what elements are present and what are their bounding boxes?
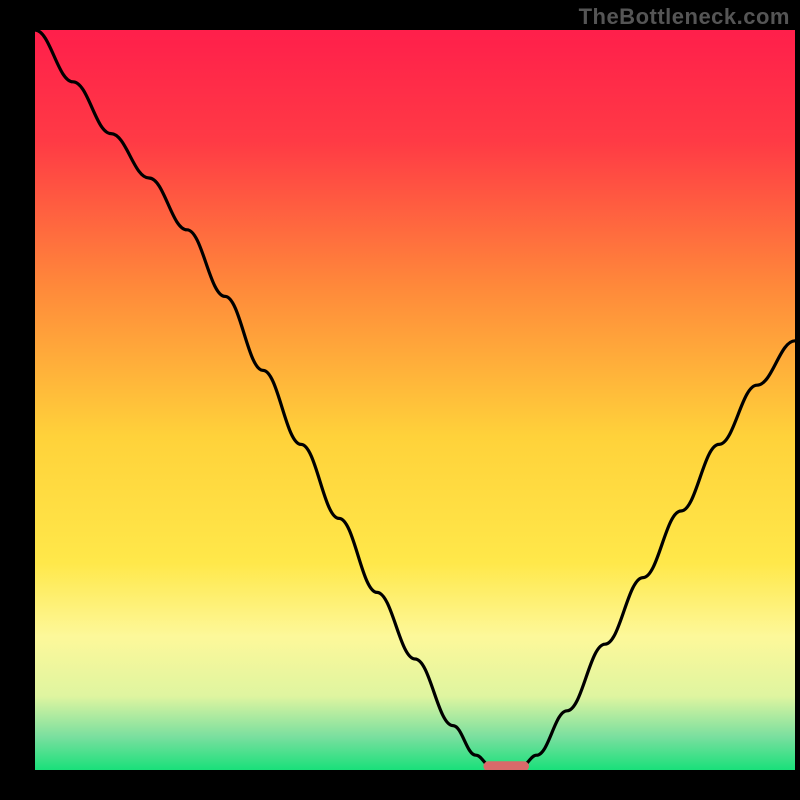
chart-frame: TheBottleneck.com xyxy=(0,0,800,800)
plot-area xyxy=(35,30,795,770)
watermark-label: TheBottleneck.com xyxy=(579,4,790,30)
chart-svg xyxy=(35,30,795,770)
optimal-range-marker xyxy=(483,761,529,770)
